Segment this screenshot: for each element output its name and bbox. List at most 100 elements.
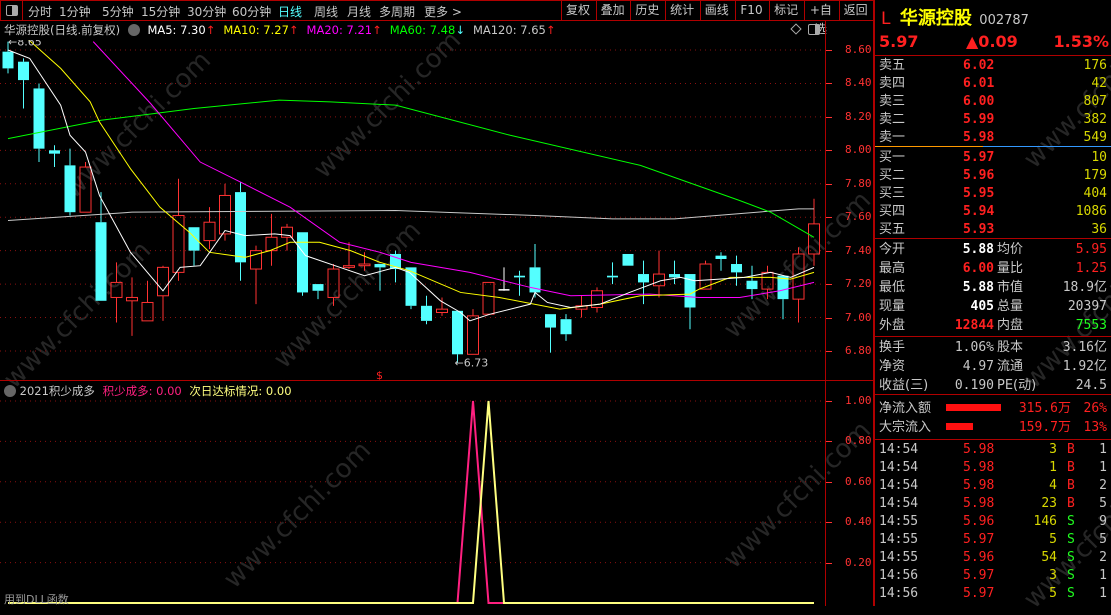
candle-body — [126, 296, 138, 302]
candle — [79, 162, 92, 213]
ma-label-2: MA20: 7.21↑ — [307, 23, 386, 37]
candle-body — [669, 274, 680, 278]
trade-side: S — [1067, 514, 1075, 529]
toolbar-action-5[interactable]: F10 — [734, 1, 768, 21]
flow-bar — [946, 404, 1001, 411]
candlestick-chart[interactable]: ←8.65 ←6.73 $ — [0, 40, 825, 380]
collapse-icon[interactable] — [4, 385, 16, 397]
stat-row: 现量 405 总量 20397 — [879, 298, 1107, 315]
candle — [157, 265, 169, 321]
ma-value: MA60: 7.48 — [389, 23, 456, 37]
period-tab-0[interactable]: 分时 — [28, 3, 52, 20]
toolbar-action-8[interactable]: 返回 — [838, 1, 872, 21]
level-price: 5.94 — [963, 204, 995, 219]
candle-body — [141, 301, 154, 322]
toolbar-action-6[interactable]: 标记 — [769, 1, 802, 21]
trade-side: S — [1067, 586, 1075, 601]
orderbook-row[interactable]: 买四 5.94 1086 — [879, 203, 1107, 220]
orderbook-row[interactable]: 买五 5.93 36 — [879, 221, 1107, 238]
trade-row: 14:55 5.96 146 S 9 — [879, 513, 1107, 530]
panel-toggle-icon[interactable] — [1, 1, 23, 20]
y-tick — [826, 317, 832, 319]
candle-body — [343, 265, 355, 268]
level-label: 卖三 — [879, 94, 906, 109]
fundamental-row: 净资 4.97 流通 1.92亿 — [879, 358, 1107, 375]
stat-label: 市值 — [997, 280, 1024, 295]
candle — [715, 252, 727, 271]
candle-body — [731, 264, 742, 273]
period-tab-3[interactable]: 15分钟 — [141, 3, 180, 20]
orderbook-row[interactable]: 卖五 6.02 176 — [879, 57, 1107, 74]
candle — [684, 274, 696, 330]
trade-side: S — [1067, 550, 1075, 565]
trade-row: 14:56 5.97 3 S 1 — [879, 567, 1107, 584]
orderbook-row[interactable]: 买二 5.96 179 — [879, 167, 1107, 184]
diamond-icon[interactable] — [790, 23, 802, 35]
period-tab-5[interactable]: 60分钟 — [232, 3, 271, 20]
period-tab-7[interactable]: 周线 — [314, 3, 338, 20]
trade-side: B — [1067, 478, 1075, 493]
period-tab-6[interactable]: 日线 — [278, 3, 302, 20]
trade-row: 14:54 5.98 3 B 1 — [879, 441, 1107, 458]
period-tab-1[interactable]: 1分钟 — [59, 3, 91, 20]
orderbook-row[interactable]: 买三 5.95 404 — [879, 185, 1107, 202]
y-tick-label: 7.60 — [845, 210, 872, 224]
stat-row: 今开 5.88 均价 5.95 — [879, 241, 1107, 258]
trade-price: 5.96 — [963, 514, 995, 529]
level-volume: 404 — [1083, 186, 1107, 201]
low-label: ←6.73 — [455, 357, 489, 370]
pane-divider[interactable] — [0, 380, 873, 381]
toolbar-action-0[interactable]: 复权 — [561, 1, 594, 21]
y-tick-label: 8.60 — [845, 43, 872, 56]
level-label: 买五 — [879, 222, 906, 237]
toolbar-action-4[interactable]: 画线 — [699, 1, 733, 21]
indicator-footer: 用到DLL函数 — [4, 593, 69, 606]
toolbar-action-7[interactable]: +自选 — [803, 1, 837, 36]
orderbook-row[interactable]: 卖二 5.99 382 — [879, 111, 1107, 128]
y-tick — [826, 284, 832, 286]
candle-body — [2, 51, 14, 69]
fund-label: 流通 — [997, 359, 1024, 374]
period-tab-8[interactable]: 月线 — [347, 3, 371, 20]
period-tab-2[interactable]: 5分钟 — [102, 3, 134, 20]
stat-value: 7553 — [1075, 318, 1107, 333]
candle — [607, 262, 618, 285]
trade-volume: 146 — [1033, 514, 1057, 529]
price-change: ▲0.09 — [966, 32, 1018, 51]
ma-line-ma10 — [28, 40, 815, 310]
candle — [64, 148, 76, 216]
period-tab-9[interactable]: 多周期 — [379, 3, 415, 20]
y-tick-label: 8.20 — [845, 109, 872, 123]
toolbar-action-2[interactable]: 历史 — [630, 1, 663, 21]
trade-time: 14:56 — [879, 586, 919, 601]
orderbook-row[interactable]: 卖一 5.98 549 — [879, 129, 1107, 146]
toolbar-action-3[interactable]: 统计 — [665, 1, 698, 21]
orderbook-row[interactable]: 卖四 6.01 42 — [879, 75, 1107, 92]
collapse-icon[interactable] — [127, 24, 140, 36]
stat-row: 最低 5.88 市值 18.9亿 — [879, 279, 1107, 296]
candle — [514, 270, 525, 296]
ma-label-0: MA5: 7.30↑ — [147, 23, 219, 37]
fund-value: 1.92亿 — [1062, 359, 1107, 374]
candle — [467, 309, 479, 355]
toolbar-action-1[interactable]: 叠加 — [595, 1, 629, 21]
orderbook-row[interactable]: 卖三 6.00 807 — [879, 93, 1107, 110]
trade-time: 14:55 — [879, 550, 919, 565]
trade-side: S — [1067, 568, 1075, 583]
last-price: 5.97 — [879, 32, 919, 51]
period-tab-4[interactable]: 30分钟 — [187, 3, 226, 20]
price-axis-line — [825, 21, 826, 606]
window-toggle-icon[interactable] — [808, 24, 820, 35]
candle-body — [514, 275, 525, 278]
orderbook-row[interactable]: 买一 5.97 10 — [879, 149, 1107, 166]
period-tab-10[interactable]: 更多 > — [424, 3, 462, 20]
candle — [669, 260, 680, 285]
candle-body — [49, 150, 60, 154]
flow-pct: 26% — [1083, 401, 1107, 416]
stat-label: 总量 — [997, 299, 1024, 314]
indicator-chart[interactable] — [0, 398, 825, 606]
candle-body — [110, 281, 123, 298]
stat-label: 现量 — [879, 299, 906, 314]
event-marker[interactable]: $ — [376, 369, 383, 380]
fund-value: 0.190 — [954, 378, 994, 393]
